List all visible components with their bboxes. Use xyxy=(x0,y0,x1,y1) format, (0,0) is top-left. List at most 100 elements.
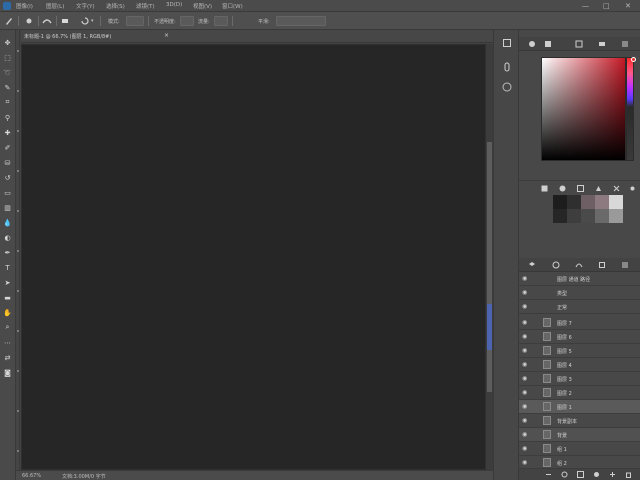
rotate-icon[interactable] xyxy=(80,16,90,26)
app-logo-icon[interactable] xyxy=(3,2,11,10)
crop-tool-icon[interactable]: ⌗ xyxy=(2,97,13,108)
brush-tool-icon[interactable] xyxy=(4,16,14,26)
gradients-tab-icon[interactable] xyxy=(575,40,583,48)
opacity-input[interactable] xyxy=(180,16,194,26)
eye-icon[interactable]: ◉ xyxy=(522,459,527,466)
gradient-tool-icon[interactable]: ▥ xyxy=(2,202,13,213)
layer-row[interactable]: ◉ 组 1 xyxy=(519,442,640,456)
trash-icon[interactable] xyxy=(625,471,632,478)
mask-icon[interactable] xyxy=(577,471,584,478)
layer-row-selected[interactable]: ◉ 图层 1 xyxy=(519,400,640,414)
minimize-button[interactable]: — xyxy=(582,2,589,10)
clone-stamp-tool-icon[interactable]: ⛁ xyxy=(2,157,13,168)
patterns-tab-icon[interactable] xyxy=(598,40,606,48)
color-picker-field[interactable] xyxy=(541,57,626,161)
swatch[interactable] xyxy=(553,195,567,209)
smoothing-input[interactable] xyxy=(276,16,326,26)
menu-select[interactable]: 选择(S) xyxy=(106,2,125,10)
swatch[interactable] xyxy=(581,195,595,209)
hue-slider[interactable] xyxy=(626,57,634,161)
link-layers-icon[interactable] xyxy=(545,471,552,478)
layers-filter-row[interactable]: ◉ 图层 通道 路径 xyxy=(519,272,640,286)
eraser-tool-icon[interactable]: ▭ xyxy=(2,187,13,198)
path-select-tool-icon[interactable]: ➤ xyxy=(2,277,13,288)
menu-layer[interactable]: 图层(L) xyxy=(46,2,64,10)
layers-kind-row[interactable]: ◉ 类型 xyxy=(519,286,640,300)
menu-3d[interactable]: 3D(D) xyxy=(166,2,182,8)
visibility-icon[interactable]: ◉ xyxy=(522,275,527,282)
lasso-tool-icon[interactable]: ➰ xyxy=(2,67,13,78)
move-tool-icon[interactable]: ✥ xyxy=(2,37,13,48)
swatches-tab-icon[interactable] xyxy=(544,40,552,48)
swatch[interactable] xyxy=(567,209,581,223)
menu-type[interactable]: 文字(Y) xyxy=(76,2,95,10)
dodge-tool-icon[interactable]: ◐ xyxy=(2,232,13,243)
brush-size-icon[interactable] xyxy=(24,16,34,26)
adjust-icon[interactable] xyxy=(613,185,620,192)
pen-tool-icon[interactable]: ✒ xyxy=(2,247,13,258)
layer-row[interactable]: ◉ 背景 xyxy=(519,428,640,442)
swatch[interactable] xyxy=(553,209,567,223)
foreground-icon[interactable] xyxy=(541,185,548,192)
scrollbar-thumb[interactable] xyxy=(487,142,492,392)
menu-filter[interactable]: 滤镜(T) xyxy=(136,2,155,10)
chevron-down-icon[interactable]: ▾ xyxy=(91,18,94,24)
eye-icon[interactable]: ◉ xyxy=(522,347,527,354)
eraser-icon[interactable] xyxy=(60,16,70,26)
type-tool-icon[interactable]: T xyxy=(2,262,13,273)
eye-icon[interactable]: ◉ xyxy=(522,389,527,396)
quick-mask-icon[interactable]: ◙ xyxy=(2,367,13,378)
eye-icon[interactable]: ◉ xyxy=(522,431,527,438)
layer-row[interactable]: ◉ 图层 2 xyxy=(519,386,640,400)
document-info[interactable]: 文档:3.00M/0 字节 xyxy=(62,473,106,480)
reset-colors-icon[interactable] xyxy=(595,185,602,192)
adjustments-tab-icon[interactable] xyxy=(598,261,606,269)
history-panel-icon[interactable] xyxy=(502,38,512,48)
visibility-icon[interactable]: ◉ xyxy=(522,303,527,310)
swatch[interactable] xyxy=(609,209,623,223)
swap-colors-icon[interactable]: ⇄ xyxy=(2,352,13,363)
zoom-level[interactable]: 66.67% xyxy=(22,473,41,479)
blur-tool-icon[interactable]: 💧 xyxy=(2,217,13,228)
hue-marker[interactable] xyxy=(631,57,636,62)
eyedropper-tool-icon[interactable]: ⚲ xyxy=(2,112,13,123)
eye-icon[interactable]: ◉ xyxy=(522,319,527,326)
layer-row[interactable]: ◉ 图层 6 xyxy=(519,330,640,344)
toolbar-drag-handle[interactable] xyxy=(16,30,20,480)
eye-icon[interactable]: ◉ xyxy=(522,403,527,410)
fx-icon[interactable] xyxy=(561,471,568,478)
healing-tool-icon[interactable]: ✚ xyxy=(2,127,13,138)
eye-icon[interactable]: ◉ xyxy=(522,445,527,452)
swatch[interactable] xyxy=(595,209,609,223)
eye-icon[interactable]: ◉ xyxy=(522,375,527,382)
close-tab-button[interactable]: × xyxy=(164,32,169,39)
adjustment-layer-icon[interactable] xyxy=(593,471,600,478)
panel-menu-icon[interactable] xyxy=(621,40,629,48)
brush-tool-icon[interactable]: ✐ xyxy=(2,142,13,153)
close-window-button[interactable]: ✕ xyxy=(625,2,631,10)
menu-view[interactable]: 视图(V) xyxy=(193,2,212,10)
mode-select[interactable] xyxy=(126,16,144,26)
layers-tab-icon[interactable] xyxy=(528,261,536,269)
new-layer-icon[interactable] xyxy=(609,471,616,478)
swatch[interactable] xyxy=(567,195,581,209)
flow-input[interactable] xyxy=(214,16,228,26)
layer-row[interactable]: ◉ 图层 5 xyxy=(519,344,640,358)
vertical-scrollbar[interactable] xyxy=(486,44,493,470)
shape-tool-icon[interactable]: ▬ xyxy=(2,292,13,303)
canvas[interactable] xyxy=(21,44,486,470)
swatch[interactable] xyxy=(595,195,609,209)
eye-icon[interactable]: ◉ xyxy=(522,333,527,340)
zoom-tool-icon[interactable]: ⌕ xyxy=(2,322,13,333)
layer-row[interactable]: ◉ 图层 3 xyxy=(519,372,640,386)
brush-preset-icon[interactable] xyxy=(42,16,52,26)
marquee-tool-icon[interactable]: ⬚ xyxy=(2,52,13,63)
eye-icon[interactable]: ◉ xyxy=(522,417,527,424)
visibility-icon[interactable]: ◉ xyxy=(522,289,527,296)
layer-row[interactable]: ◉ 图层 7 xyxy=(519,316,640,330)
swatch[interactable] xyxy=(609,195,623,209)
color-tab-icon[interactable] xyxy=(528,40,536,48)
brush-settings-panel-icon[interactable] xyxy=(502,82,512,92)
layer-row[interactable]: ◉ 图层 4 xyxy=(519,358,640,372)
layer-row[interactable]: ◉ 背景副本 xyxy=(519,414,640,428)
